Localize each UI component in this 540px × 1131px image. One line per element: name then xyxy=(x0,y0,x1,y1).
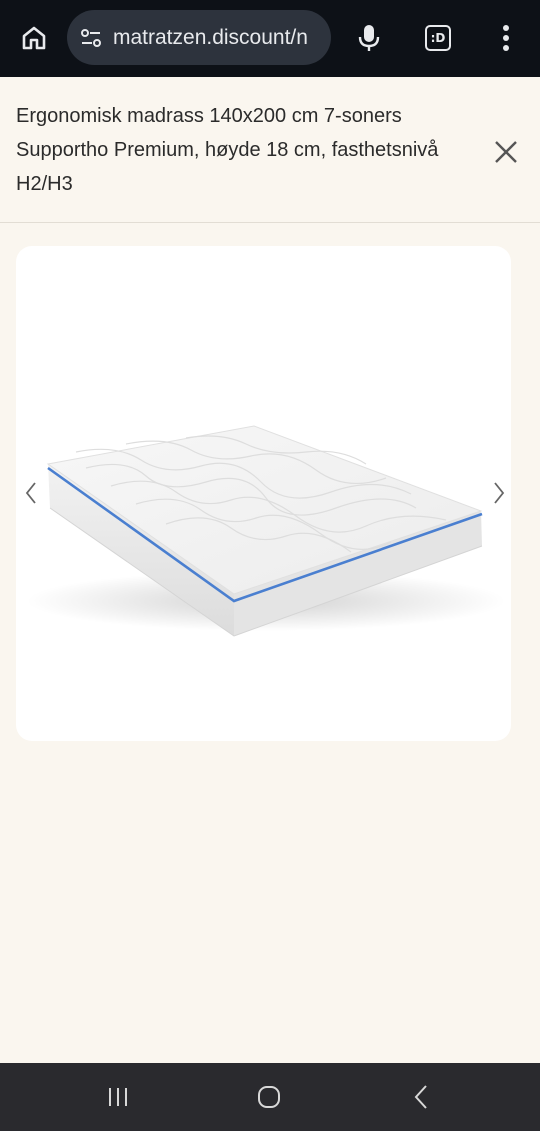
tab-count-badge: :D xyxy=(430,31,446,45)
address-bar[interactable]: matratzen.discount/n xyxy=(67,10,331,65)
recent-apps-icon xyxy=(109,1088,127,1106)
home-circle-icon xyxy=(258,1086,280,1108)
next-image-button[interactable] xyxy=(484,471,511,515)
recent-apps-button[interactable] xyxy=(88,1075,148,1119)
tab-switcher-button[interactable]: :D xyxy=(416,14,460,62)
overflow-menu-icon xyxy=(503,25,509,51)
tab-switcher-icon: :D xyxy=(425,25,451,51)
site-settings-icon[interactable] xyxy=(79,26,103,50)
home-icon xyxy=(22,26,46,50)
product-title: Ergonomisk madrass 140x200 cm 7-soners S… xyxy=(16,105,439,195)
system-home-button[interactable] xyxy=(239,1075,299,1119)
voice-search-button[interactable] xyxy=(347,14,391,62)
url-text[interactable]: matratzen.discount/n xyxy=(113,26,325,50)
system-back-button[interactable] xyxy=(391,1075,451,1119)
product-image-gallery[interactable] xyxy=(16,246,511,741)
close-icon xyxy=(495,141,517,163)
chevron-right-icon xyxy=(494,482,505,504)
home-button[interactable] xyxy=(12,14,56,62)
product-header: Ergonomisk madrass 140x200 cm 7-soners S… xyxy=(0,77,540,223)
microphone-icon xyxy=(358,25,380,51)
overflow-menu-button[interactable] xyxy=(484,14,528,62)
back-icon xyxy=(414,1085,427,1109)
close-button[interactable] xyxy=(488,134,524,170)
mattress-image xyxy=(26,425,506,637)
chevron-left-icon xyxy=(25,482,36,504)
previous-image-button[interactable] xyxy=(16,471,46,515)
system-navigation-bar xyxy=(0,1063,540,1131)
browser-toolbar: matratzen.discount/n :D xyxy=(0,0,540,77)
